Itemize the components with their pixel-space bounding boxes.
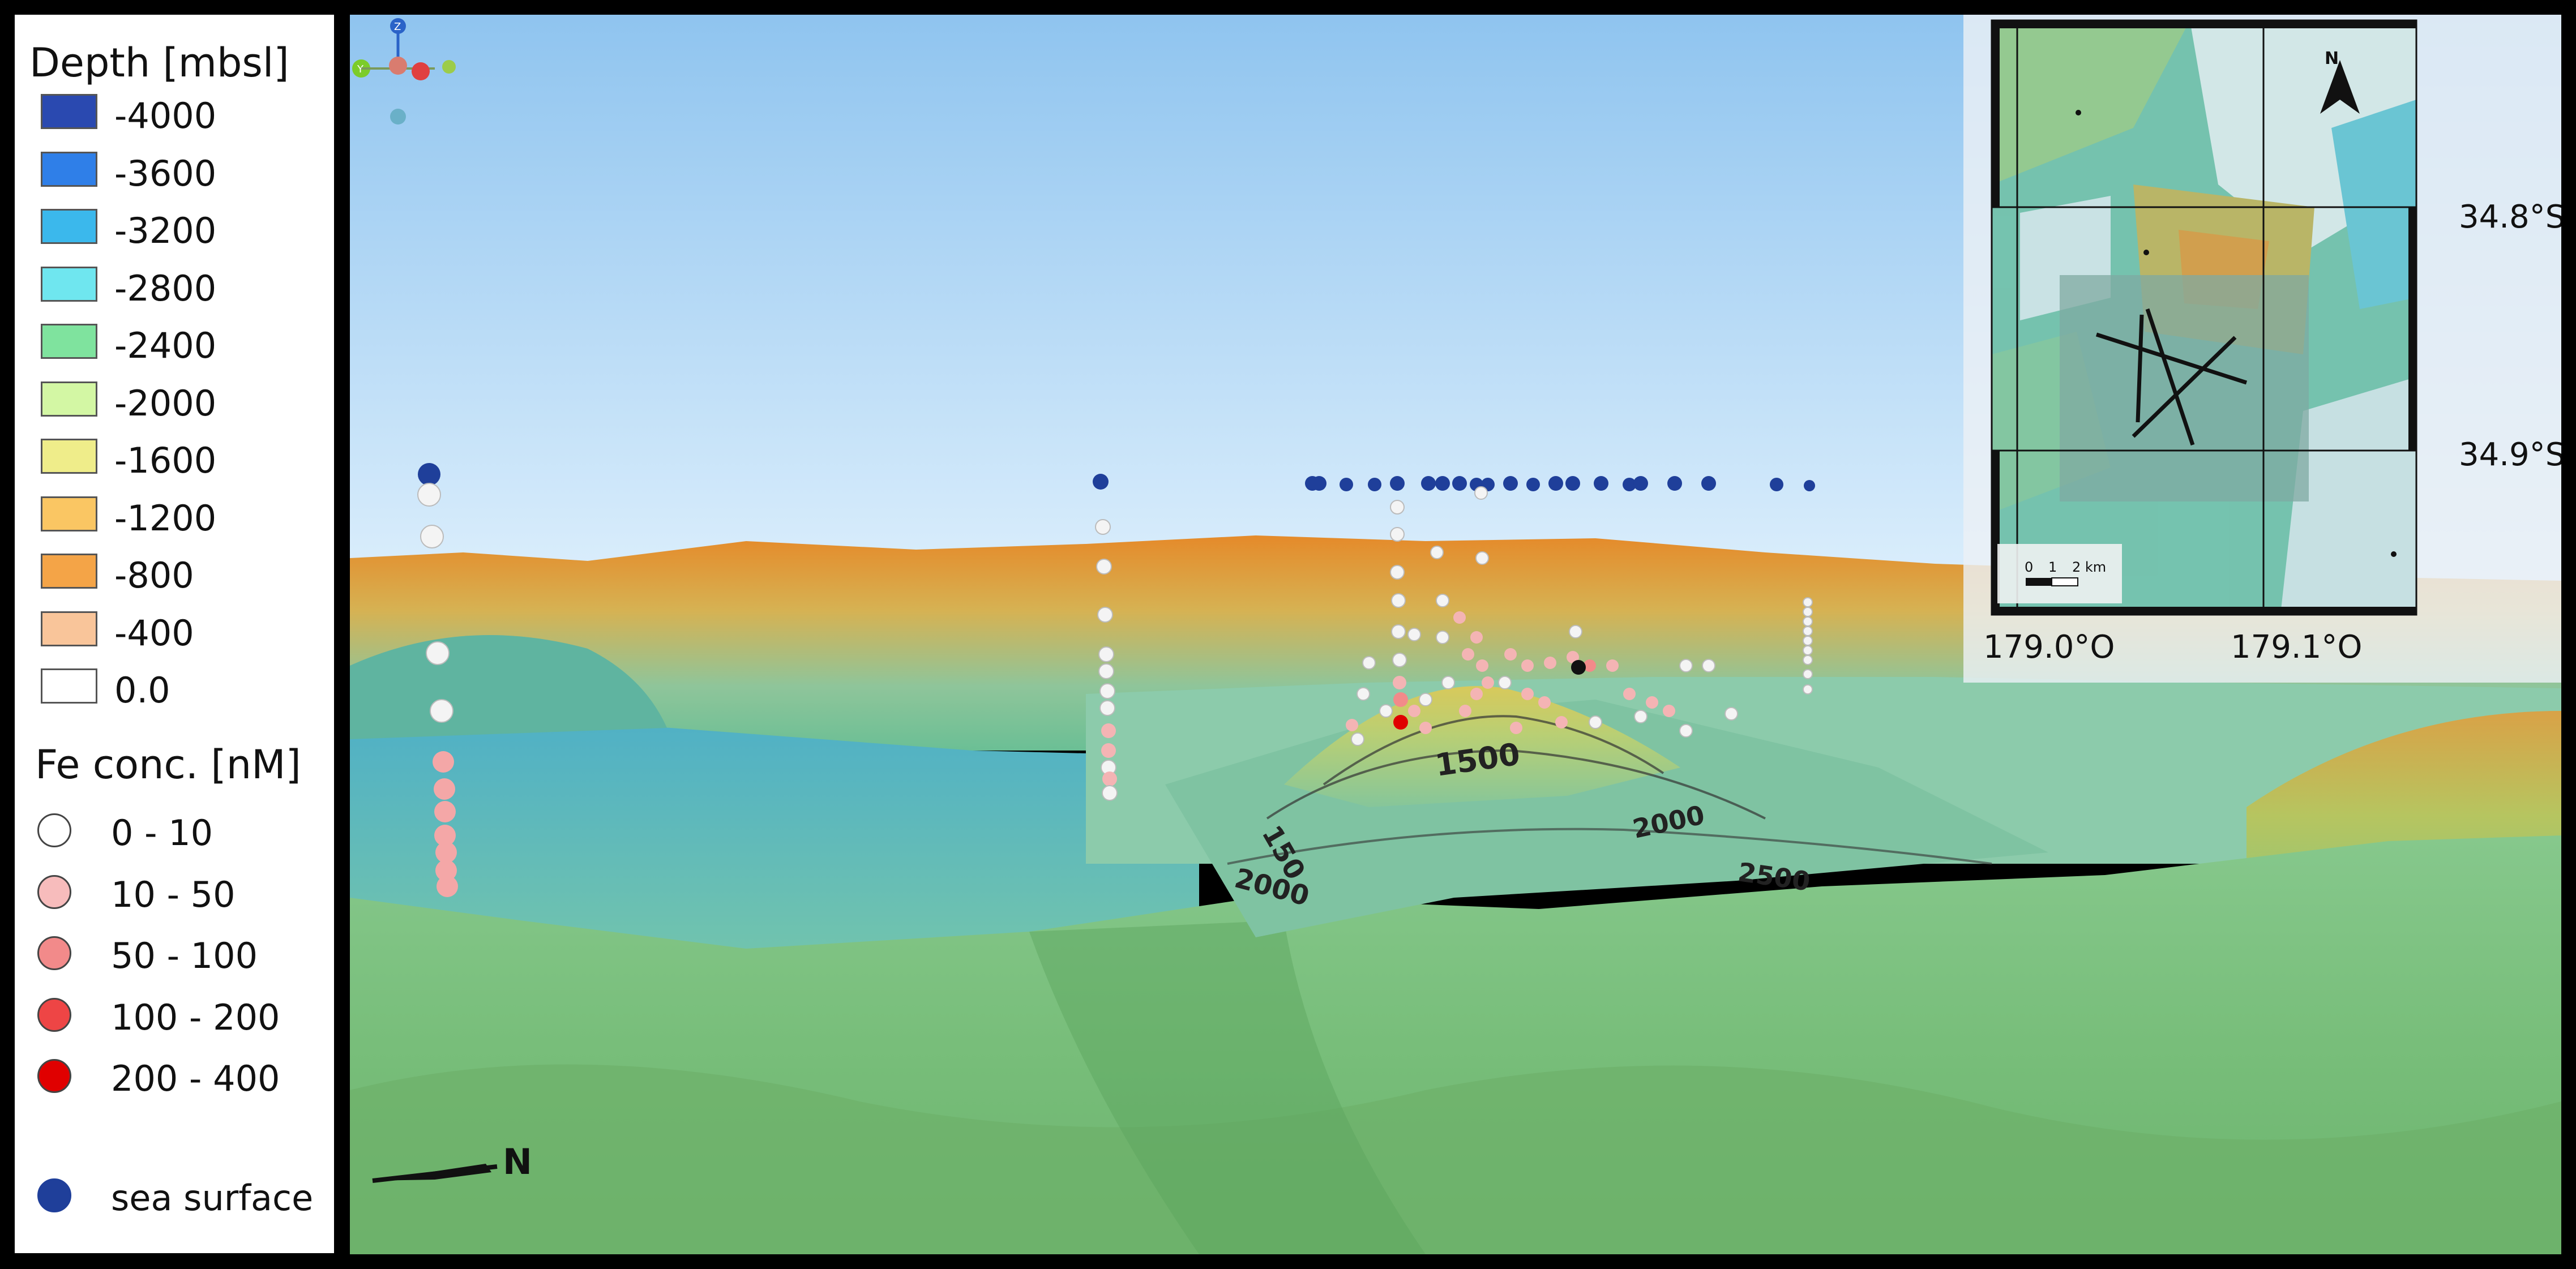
- depth-label: -2800: [114, 267, 217, 309]
- depth-legend-item: -1600: [41, 439, 313, 481]
- depth-label: -2400: [114, 325, 217, 366]
- fe-sample: [1099, 683, 1115, 699]
- fe-legend-item: 100 - 200: [37, 994, 320, 1045]
- fe-sample: [1097, 607, 1113, 623]
- axis-z-label: Z: [394, 21, 401, 33]
- scale-tick: 2 km: [2072, 559, 2107, 575]
- legend-sea-surface: sea surface: [37, 1175, 320, 1226]
- depth-swatch: [41, 266, 97, 302]
- sea-surface-swatch: [37, 1178, 71, 1212]
- axes-gizmo-icon[interactable]: Z Y: [350, 15, 463, 139]
- depth-legend-item: -400: [41, 611, 313, 654]
- fe-label: 100 - 200: [111, 996, 280, 1038]
- depth-swatch: [41, 496, 97, 531]
- depth-swatch: [41, 611, 97, 646]
- depth-legend-item: -2800: [41, 266, 313, 309]
- depth-label: -400: [114, 612, 194, 654]
- north-label: N: [503, 1141, 532, 1182]
- depth-legend-item: -2400: [41, 324, 313, 366]
- fe-swatch: [37, 997, 71, 1032]
- lat-label: 34.8°S: [2459, 199, 2561, 235]
- fe-sample: [433, 751, 454, 773]
- bathymetry-3d-view[interactable]: 1500 150 2000 2000 2500 N N 34.8°S 34.9°…: [350, 15, 2561, 1254]
- fe-sample: [430, 699, 453, 723]
- fe-sample: [1098, 663, 1114, 679]
- legend-panel: Depth [mbsl] -4000 -3600 -3200 -2800 -2400 -2…: [15, 15, 334, 1253]
- inset-north-label: N: [2325, 49, 2339, 68]
- fe-legend-item: 50 - 100: [37, 933, 320, 984]
- depth-label: -1600: [114, 440, 217, 481]
- fe-legend-title: Fe conc. [nM]: [35, 741, 301, 788]
- lon-label: 179.1°O: [2231, 629, 2363, 666]
- fe-sample: [1102, 771, 1117, 786]
- fe-legend-item: 200 - 400: [37, 1056, 320, 1107]
- depth-legend-item: -4000: [41, 94, 313, 136]
- fe-legend-item: 10 - 50: [37, 872, 320, 923]
- depth-legend-title: Depth [mbsl]: [29, 40, 289, 86]
- depth-legend-item: -3200: [41, 209, 313, 251]
- fe-swatch: [37, 813, 71, 847]
- sea-surface-marker: [1093, 474, 1109, 490]
- figure-frame: Depth [mbsl] -4000 -3600 -3200 -2800 -2400 -2…: [0, 0, 2576, 1269]
- fe-sample: [1101, 743, 1116, 758]
- fe-sample: [1102, 785, 1118, 801]
- depth-swatch: [41, 324, 97, 359]
- lat-label: 34.9°S: [2459, 436, 2561, 473]
- fe-sample: [434, 801, 456, 822]
- depth-legend-item: -1200: [41, 496, 313, 539]
- fe-sample: [1098, 646, 1114, 662]
- fe-label: 10 - 50: [111, 873, 236, 915]
- depth-label: 0.0: [114, 670, 170, 711]
- depth-legend-item: -3600: [41, 151, 313, 194]
- depth-legend-item: -800: [41, 554, 313, 596]
- depth-legend-item: -2000: [41, 381, 313, 424]
- fe-legend-item: 0 - 10: [37, 810, 320, 861]
- depth-label: -2000: [114, 382, 217, 424]
- fe-label: 200 - 400: [111, 1058, 280, 1099]
- scale-tick: 1: [2048, 559, 2057, 575]
- scale-tick: 0: [2025, 559, 2034, 575]
- fe-sample: [1099, 700, 1115, 716]
- sea-surface-label: sea surface: [111, 1177, 314, 1219]
- fe-swatch: [37, 874, 71, 909]
- fe-sample: [434, 778, 455, 800]
- fe-swatch: [37, 1059, 71, 1093]
- depth-legend-item: 0.0: [41, 668, 313, 711]
- fe-sample: [437, 876, 458, 897]
- lon-label: 179.0°O: [1983, 629, 2115, 666]
- fe-sample: [1095, 519, 1111, 535]
- depth-swatch: [41, 439, 97, 474]
- depth-swatch: [41, 668, 97, 704]
- fe-sample: [420, 525, 444, 548]
- depth-swatch: [41, 94, 97, 129]
- fe-sample: [426, 641, 450, 665]
- fe-sample: [417, 483, 441, 507]
- inset-map: N 34.8°S 34.9°S 179.0°O 179.1°O 0 1 2 km: [1963, 15, 2561, 683]
- depth-label: -3600: [114, 152, 217, 194]
- depth-label: -3200: [114, 210, 217, 251]
- inset-map-graphic: [1991, 19, 2417, 616]
- sea-surface-marker: [418, 463, 440, 486]
- depth-label: -4000: [114, 95, 217, 136]
- fe-swatch: [37, 936, 71, 970]
- fe-label: 0 - 10: [111, 812, 213, 854]
- depth-swatch: [41, 209, 97, 244]
- depth-swatch: [41, 381, 97, 417]
- fe-sample: [1096, 559, 1112, 575]
- fe-label: 50 - 100: [111, 935, 258, 976]
- depth-swatch: [41, 151, 97, 187]
- depth-swatch: [41, 554, 97, 589]
- depth-label: -1200: [114, 497, 217, 539]
- depth-label: -800: [114, 555, 194, 596]
- fe-sample: [1101, 723, 1116, 738]
